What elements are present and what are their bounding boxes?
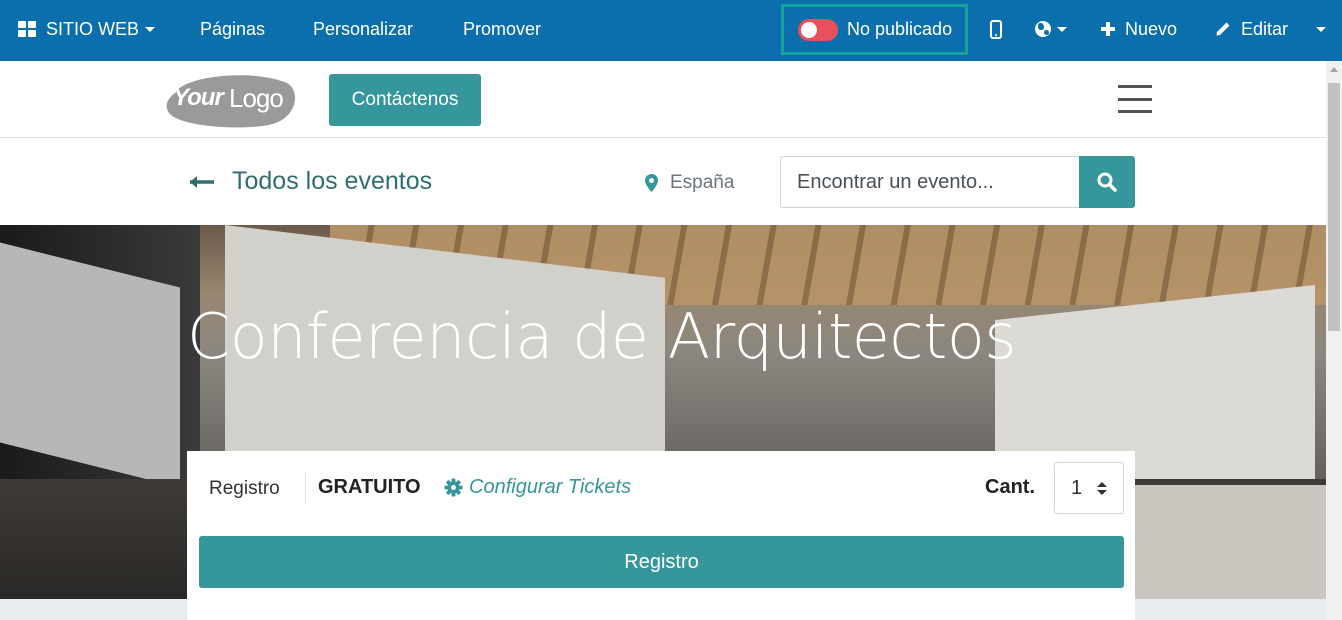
- configure-tickets-label: Configurar Tickets: [469, 476, 632, 498]
- publish-toggle[interactable]: No publicado: [781, 4, 968, 55]
- caret-down-icon: [1057, 26, 1067, 32]
- menu-pages-label: Páginas: [200, 18, 266, 39]
- quantity-select[interactable]: 1: [1054, 462, 1124, 514]
- all-events-link[interactable]: Todos los eventos: [188, 167, 432, 196]
- new-button-label: Nuevo: [1125, 18, 1178, 39]
- page-scrollbar[interactable]: [1326, 61, 1342, 620]
- menu-promote[interactable]: Promover: [463, 0, 541, 58]
- gear-icon: [444, 478, 463, 497]
- logo-image: Your Logo: [166, 75, 296, 128]
- svg-text:Logo: Logo: [229, 83, 283, 113]
- toggle-switch-icon[interactable]: [798, 18, 838, 41]
- mobile-preview-button[interactable]: [990, 0, 1002, 58]
- plus-icon: [1101, 22, 1115, 36]
- website-menu-label: SITIO WEB: [46, 18, 140, 39]
- register-button[interactable]: Registro: [199, 536, 1124, 588]
- quantity-label: Cant.: [985, 476, 1035, 498]
- search-input[interactable]: [780, 156, 1079, 208]
- ticket-price: GRATUITO: [318, 476, 421, 498]
- configure-tickets-link[interactable]: Configurar Tickets: [444, 476, 631, 499]
- edit-button-label: Editar: [1241, 18, 1289, 39]
- site-logo[interactable]: Your Logo: [165, 71, 297, 134]
- location-filter[interactable]: España: [645, 172, 734, 194]
- more-options-dropdown[interactable]: [1310, 0, 1326, 58]
- all-events-label: Todos los eventos: [232, 167, 433, 195]
- event-search: [780, 156, 1135, 208]
- svg-text:Your: Your: [173, 84, 225, 111]
- apps-grid-icon: [18, 21, 36, 37]
- caret-down-icon: [1316, 26, 1326, 32]
- menu-customize-label: Personalizar: [313, 18, 414, 39]
- admin-navbar: SITIO WEB Páginas Personalizar Promover …: [0, 0, 1342, 61]
- hamburger-menu-icon[interactable]: [1118, 85, 1152, 113]
- menu-promote-label: Promover: [463, 18, 542, 39]
- map-marker-icon: [645, 174, 658, 192]
- arrow-left-icon: [190, 175, 214, 188]
- website-menu-dropdown[interactable]: SITIO WEB: [18, 0, 156, 58]
- registration-card: Registro GRATUITO Configurar Tickets Can…: [187, 451, 1135, 620]
- event-title: Conferencia de Arquitectos: [187, 300, 1017, 373]
- language-dropdown[interactable]: [1035, 0, 1067, 58]
- location-label: España: [670, 172, 735, 193]
- select-arrows-icon: [1097, 482, 1107, 495]
- hero-bg-wall: [1130, 485, 1326, 599]
- publish-status-label: No publicado: [847, 19, 953, 39]
- search-icon: [1097, 172, 1117, 192]
- menu-pages[interactable]: Páginas: [200, 0, 265, 58]
- new-button[interactable]: Nuevo: [1101, 0, 1177, 58]
- scroll-up-arrow-icon[interactable]: [1330, 67, 1338, 72]
- scrollbar-thumb[interactable]: [1328, 83, 1340, 331]
- events-subnav: Todos los eventos España: [0, 138, 1326, 225]
- mobile-phone-icon: [990, 19, 1002, 39]
- registration-label: Registro: [209, 478, 280, 499]
- contact-button[interactable]: Contáctenos: [329, 74, 481, 126]
- site-header: Your Logo Contáctenos: [0, 61, 1326, 138]
- caret-down-icon: [145, 26, 156, 32]
- divider: [305, 473, 306, 503]
- globe-icon: [1035, 21, 1051, 37]
- menu-customize[interactable]: Personalizar: [313, 0, 413, 58]
- pencil-icon: [1216, 22, 1230, 36]
- edit-button[interactable]: Editar: [1215, 0, 1288, 58]
- search-button[interactable]: [1079, 156, 1135, 208]
- quantity-value: 1: [1071, 476, 1083, 499]
